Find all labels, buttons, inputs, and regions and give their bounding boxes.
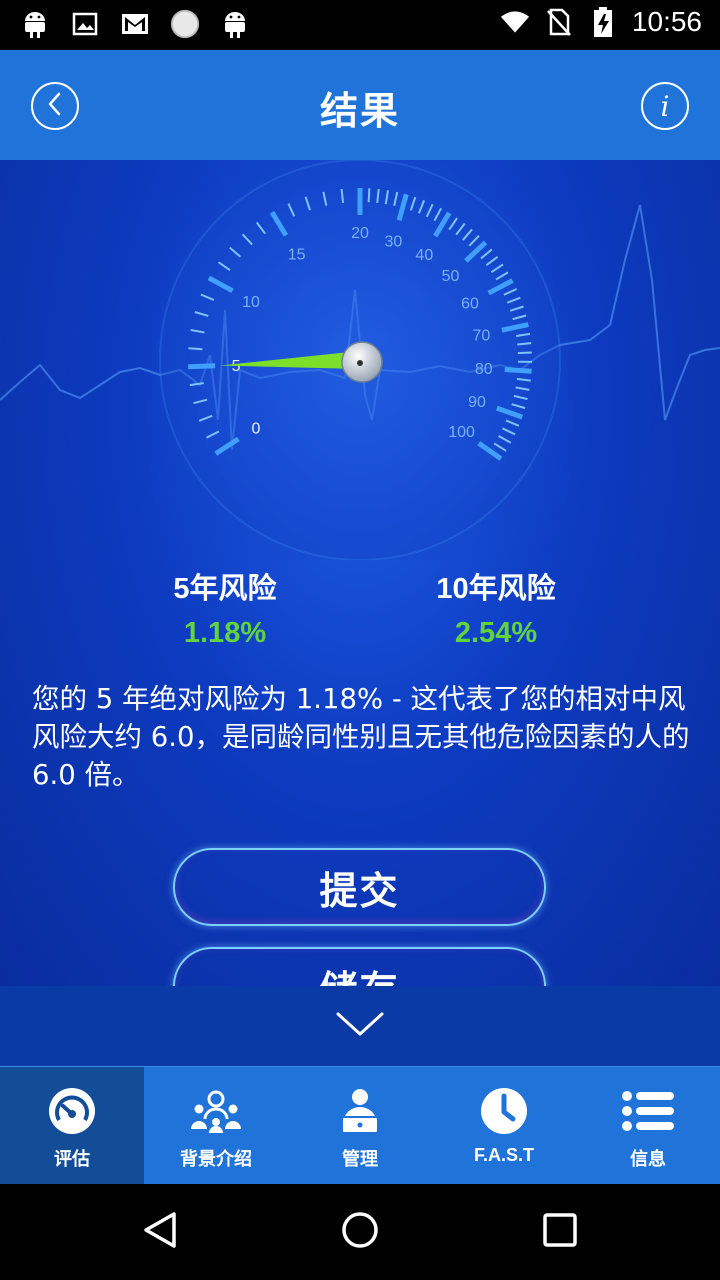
tab-label: 管理 xyxy=(342,1149,378,1169)
image-icon xyxy=(70,8,100,40)
risk-description: 您的 5 年绝对风险为 1.18% - 这代表了您的相对中风风险大约 6.0，是… xyxy=(32,683,690,791)
tab-background[interactable]: 背景介绍 xyxy=(144,1067,288,1185)
gauge-tick-label: 90 xyxy=(468,394,486,411)
people-icon xyxy=(190,1085,242,1137)
triangle-back-icon xyxy=(140,1210,180,1254)
gauge-tick-label: 50 xyxy=(442,268,460,285)
gauge-major-tick xyxy=(504,366,532,374)
square-recents-icon xyxy=(540,1210,580,1254)
wifi-icon xyxy=(500,6,530,38)
five-year-risk: 5年风险 1.18% xyxy=(95,565,355,650)
gauge-tick-label: 40 xyxy=(415,247,433,264)
gauge-tick-label: 80 xyxy=(475,361,493,378)
risk-gauge: 0 5 10 15 20 30 40 5060 70 80 90 100 xyxy=(0,160,720,560)
gauge-tick-label: 70 xyxy=(472,327,490,344)
tab-fast[interactable]: F.A.S.T xyxy=(432,1067,576,1185)
gauge-tick-label: 60 xyxy=(461,296,479,313)
gauge-tick-label: 20 xyxy=(351,225,369,242)
ten-year-risk-value: 2.54% xyxy=(454,617,538,649)
android-icon xyxy=(20,8,50,40)
nav-recents-button[interactable] xyxy=(538,1210,582,1254)
circle-icon xyxy=(170,8,200,40)
scroll-down-button[interactable] xyxy=(0,986,720,1066)
app-bar: 结果 i xyxy=(0,50,720,160)
gauge-tick-label: 30 xyxy=(384,234,402,251)
gauge-tick-label: 100 xyxy=(448,424,475,441)
gauge-tick-label: 0 xyxy=(252,421,261,438)
ten-year-risk-label: 10年风险 xyxy=(436,573,556,605)
ten-year-risk: 10年风险 2.54% xyxy=(366,565,626,650)
clock-icon xyxy=(478,1085,530,1137)
gauge-minor-tick xyxy=(517,342,532,346)
submit-button[interactable]: 提交 xyxy=(173,848,546,926)
gauge-minor-tick xyxy=(367,188,371,203)
five-year-risk-value: 1.18% xyxy=(183,617,267,649)
status-bar: 10:56 xyxy=(0,0,720,50)
bottom-tab-bar: 评估 背景介绍 管理 F.A.S.T 信息 xyxy=(0,1066,720,1185)
tab-label: F.A.S.T xyxy=(473,1145,534,1165)
save-button[interactable]: 储存 xyxy=(173,947,546,986)
gauge-tick-label: 5 xyxy=(232,358,241,375)
battery-charging-icon xyxy=(588,6,618,38)
gmail-icon xyxy=(120,8,150,40)
gauge-hub-dot xyxy=(357,360,363,366)
gauge-minor-tick xyxy=(188,347,203,351)
info-icon: i xyxy=(660,89,670,123)
chevron-down-icon xyxy=(336,1010,384,1042)
system-nav-bar xyxy=(0,1184,720,1280)
doctor-icon xyxy=(334,1085,386,1137)
gauge-tick-label: 15 xyxy=(288,246,306,263)
five-year-risk-label: 5年风险 xyxy=(173,573,277,605)
list-icon xyxy=(622,1085,674,1137)
android-icon xyxy=(220,8,250,40)
nav-home-button[interactable] xyxy=(338,1210,382,1254)
tab-label: 背景介绍 xyxy=(180,1149,252,1169)
status-time: 10:56 xyxy=(631,6,702,37)
no-sim-icon xyxy=(544,6,574,38)
gauge-minor-tick xyxy=(517,351,532,355)
info-button[interactable]: i xyxy=(641,82,689,130)
gauge-icon xyxy=(46,1085,98,1137)
nav-back-button[interactable] xyxy=(138,1210,182,1254)
gauge-tick-label: 10 xyxy=(242,294,260,311)
circle-home-icon xyxy=(340,1210,380,1254)
tab-assessment[interactable]: 评估 xyxy=(0,1067,144,1185)
tab-management[interactable]: 管理 xyxy=(288,1067,432,1185)
tab-label: 信息 xyxy=(630,1149,666,1169)
page-title: 结果 xyxy=(319,89,400,133)
gauge-major-tick xyxy=(188,363,216,370)
result-panel: 0 5 10 15 20 30 40 50 60 70 80 90 100 5年风险 1.18% 10年… xyxy=(0,160,720,986)
tab-label: 评估 xyxy=(54,1149,90,1169)
tab-info[interactable]: 信息 xyxy=(576,1067,720,1185)
